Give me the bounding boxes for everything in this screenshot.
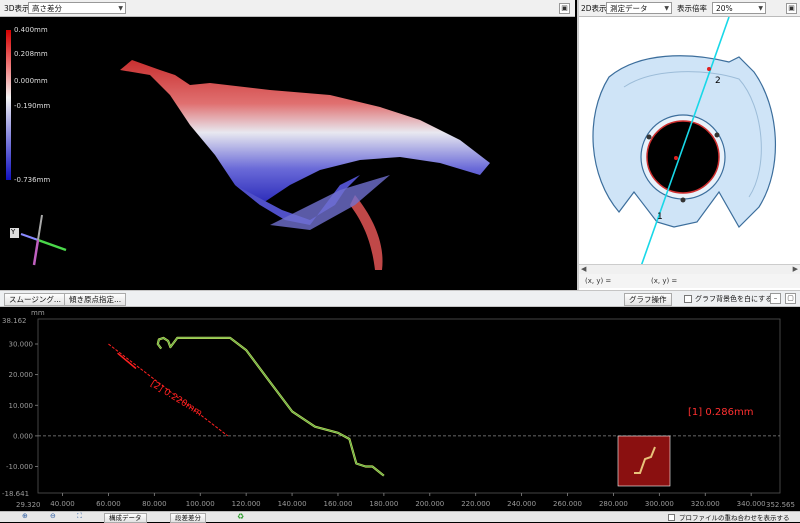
scale-label: 表示倍率 [677, 4, 707, 13]
x-tick-label: 80.000 [142, 500, 167, 508]
view-3d-panel[interactable]: 3D表示 高さ差分 ▼ ▣ 0.400mm 0.208mm 0.000mm -0… [0, 0, 575, 290]
x-tick-label: 140.000 [278, 500, 307, 508]
annotation-1: [1] 0.286mm [688, 407, 753, 418]
tilt-origin-button-label: 傾き原点指定... [69, 295, 122, 304]
bottom-toolbar: ⊕ ⊖ ⛶ 構成データ 段差差分 ♻ プロファイルの重ね合わせを表示する [0, 511, 800, 523]
graph-ops-button[interactable]: グラフ操作 [624, 293, 672, 306]
scroll-right-icon[interactable]: ▶ [793, 265, 798, 273]
x-tick-label: 40.000 [50, 500, 75, 508]
maximize-icon[interactable]: ▢ [785, 293, 796, 304]
minimize-icon[interactable]: – [770, 293, 781, 304]
y-tick-label: 0.000 [13, 432, 33, 440]
view-2d-panel[interactable]: 2D表示 測定データ ▼ 表示倍率 20% ▼ ▣ 1 2 ◀ ▶ (x, y)… [577, 0, 800, 290]
x-tick-label: 220.000 [461, 500, 490, 508]
legend-label: 0.400mm [14, 26, 48, 34]
marker-2: 2 [715, 76, 721, 86]
y-tick-label: 30.000 [9, 341, 34, 349]
x-tick-label: 100.000 [186, 500, 215, 508]
graph-ops-button-label: グラフ操作 [629, 295, 667, 304]
tilt-origin-button[interactable]: 傾き原点指定... [64, 293, 127, 306]
data-select[interactable]: 測定データ ▼ [606, 2, 672, 14]
color-scale-bar [6, 30, 11, 180]
coord-bar: (x, y) = (x, y) = [579, 274, 800, 288]
smoothing-button[interactable]: スムージング... [4, 293, 67, 306]
scale-select[interactable]: 20% ▼ [712, 2, 766, 14]
scale-select-value: 20% [716, 4, 733, 13]
mode-select-value: 高さ差分 [32, 4, 62, 13]
data-select-value: 測定データ [610, 4, 648, 13]
refresh-icon[interactable]: ♻ [237, 512, 244, 521]
legend-label: -0.736mm [14, 176, 51, 184]
coord-readout: (x, y) = [585, 277, 612, 285]
coord-readout-secondary: (x, y) = [651, 277, 678, 285]
close-icon[interactable]: ▣ [559, 3, 570, 14]
chevron-down-icon: ▼ [758, 5, 763, 12]
view-2d-toolbar: 2D表示 測定データ ▼ 表示倍率 20% ▼ ▣ [579, 0, 800, 17]
y-tick-label: 20.000 [9, 371, 34, 379]
chevron-down-icon: ▼ [118, 5, 123, 12]
y-unit-label: mm [31, 309, 45, 317]
x-tick-label: 180.000 [369, 500, 398, 508]
axis-y-label: Y [11, 228, 16, 236]
measurement-2-arrow [117, 352, 137, 370]
x-tick-label: 280.000 [599, 500, 628, 508]
x-tick-label: 120.000 [232, 500, 261, 508]
close-icon[interactable]: ▣ [786, 3, 797, 14]
profile-graph[interactable]: mm 38.162 -18.641 29.320 352.565 30.000 2… [0, 307, 800, 511]
x-min-label: 29.320 [16, 501, 41, 509]
y-tick-label: 10.000 [9, 402, 34, 410]
profile-overlay-checkbox-label: プロファイルの重ね合わせを表示する [679, 514, 790, 522]
profile-chart[interactable]: mm 38.162 -18.641 29.320 352.565 30.000 2… [0, 307, 800, 511]
x-tick-label: 300.000 [645, 500, 674, 508]
profile-overlay-checkbox[interactable] [668, 514, 675, 521]
mode-select[interactable]: 高さ差分 ▼ [28, 2, 126, 14]
chevron-down-icon: ▼ [664, 5, 669, 12]
x-tick-label: 260.000 [553, 500, 582, 508]
y-min-label: -18.641 [2, 490, 29, 498]
zoom-in-icon[interactable]: ⊕ [22, 512, 28, 520]
axis-triad [10, 214, 67, 266]
white-bg-checkbox[interactable] [684, 295, 692, 303]
legend-label: -0.190mm [14, 102, 51, 110]
x-tick-label: 200.000 [415, 500, 444, 508]
x-max-label: 352.565 [766, 501, 795, 509]
x-tick-label: 340.000 [737, 500, 766, 508]
y-tick-label: -10.000 [6, 463, 33, 471]
view-3d-label: 3D表示 [4, 4, 30, 13]
zoom-out-icon[interactable]: ⊖ [50, 512, 56, 520]
annotation-2: [2] 0.220mm [148, 379, 203, 419]
horizontal-scrollbar[interactable]: ◀ ▶ [579, 264, 800, 274]
x-tick-label: 240.000 [507, 500, 536, 508]
view-2d-label: 2D表示 [581, 4, 607, 13]
scroll-left-icon[interactable]: ◀ [581, 265, 586, 273]
y-max-label: 38.162 [2, 317, 27, 325]
legend-label: 0.208mm [14, 50, 48, 58]
view-3d-toolbar: 3D表示 高さ差分 ▼ ▣ [0, 0, 575, 17]
part-2d-view[interactable]: 1 2 [579, 17, 800, 264]
graph-toolbar: スムージング... 傾き原点指定... グラフ操作 グラフ背景色を白にする – … [0, 290, 800, 307]
x-tick-label: 60.000 [96, 500, 121, 508]
x-tick-label: 320.000 [691, 500, 720, 508]
legend-label: 0.000mm [14, 77, 48, 85]
reverse-button-label: 構成データ [109, 514, 142, 522]
smoothing-button-label: スムージング... [9, 295, 62, 304]
x-tick-label: 160.000 [323, 500, 352, 508]
marker-1: 1 [657, 212, 663, 222]
part-3d-model[interactable] [110, 45, 510, 275]
fit-icon[interactable]: ⛶ [77, 512, 82, 521]
white-bg-checkbox-label: グラフ背景色を白にする [695, 295, 773, 303]
diff-button-label: 段差差分 [175, 514, 201, 522]
